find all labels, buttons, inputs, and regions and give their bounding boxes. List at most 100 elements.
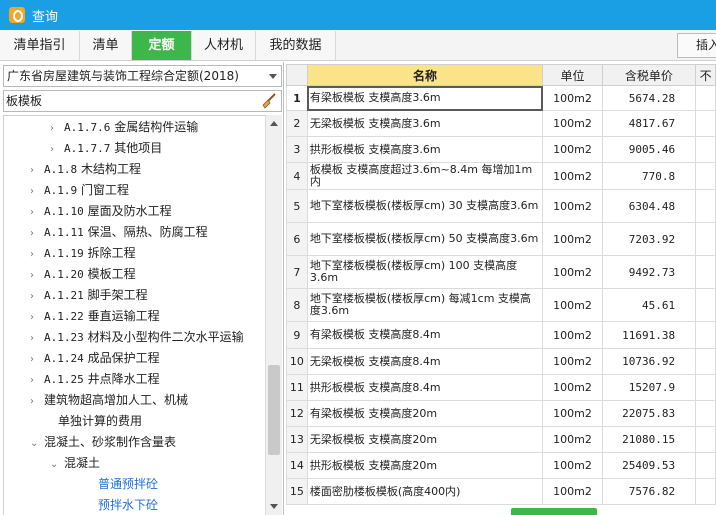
tree-item[interactable]: › A.1.9 门窗工程	[30, 180, 129, 201]
price-cell[interactable]: 4817.67	[601, 110, 697, 137]
row-number[interactable]: 14	[286, 452, 308, 479]
tree-item[interactable]: 单独计算的费用	[44, 411, 142, 432]
chevron-down-icon[interactable]	[269, 74, 277, 79]
unit-cell[interactable]: 100m2	[542, 374, 603, 401]
excl-tax-cell[interactable]	[695, 400, 716, 427]
price-cell[interactable]: 6304.48	[601, 189, 697, 223]
price-cell[interactable]: 9005.46	[601, 136, 697, 163]
row-number[interactable]: 4	[286, 162, 308, 190]
chevron-right-icon[interactable]: ›	[50, 139, 64, 160]
unit-cell[interactable]: 100m2	[542, 478, 603, 505]
price-cell[interactable]: 11691.38	[601, 321, 697, 349]
price-cell[interactable]: 45.61	[601, 288, 697, 322]
table-row[interactable]: 10 无梁板模板 支模高度8.4m 100m2 10736.92	[286, 348, 716, 375]
row-number[interactable]: 2	[286, 110, 308, 137]
column-header-name[interactable]: 名称	[306, 64, 544, 86]
broom-clear-icon[interactable]	[261, 93, 277, 109]
chevron-right-icon[interactable]: ›	[30, 223, 44, 244]
quota-name-cell[interactable]: 拱形板模板 支模高度3.6m	[306, 136, 544, 163]
price-cell[interactable]: 9492.73	[601, 255, 697, 289]
chevron-right-icon[interactable]: ›	[30, 370, 44, 391]
tree-item[interactable]: 预拌水下砼	[84, 495, 158, 515]
tree-item[interactable]: › A.1.11 保温、隔热、防腐工程	[30, 222, 208, 243]
quota-name-cell[interactable]: 地下室楼板模板(楼板厚cm) 100 支模高度3.6m	[306, 255, 544, 289]
table-row[interactable]: 15 楼面密肋楼板模板(高度400内) 100m2 7576.82	[286, 478, 716, 505]
unit-cell[interactable]: 100m2	[542, 321, 603, 349]
tree-item[interactable]: › A.1.24 成品保护工程	[30, 348, 160, 369]
table-row[interactable]: 6 地下室楼板模板(楼板厚cm) 50 支模高度3.6m 100m2 7203.92	[286, 222, 716, 256]
chevron-right-icon[interactable]: ›	[30, 181, 44, 202]
table-row[interactable]: 4 板模板 支模高度超过3.6m~8.4m 每增加1m内 100m2 770.8	[286, 162, 716, 190]
price-cell[interactable]: 5674.28	[601, 85, 697, 111]
row-number[interactable]: 1	[286, 85, 308, 111]
chevron-down-icon[interactable]: ⌄	[30, 433, 44, 454]
quota-name-cell[interactable]: 地下室楼板模板(楼板厚cm) 30 支模高度3.6m	[306, 189, 544, 223]
quota-library-select[interactable]: 广东省房屋建筑与装饰工程综合定额(2018)	[3, 65, 282, 87]
price-cell[interactable]: 22075.83	[601, 400, 697, 427]
chevron-right-icon[interactable]: ›	[30, 202, 44, 223]
price-cell[interactable]: 15207.9	[601, 374, 697, 401]
row-number[interactable]: 5	[286, 189, 308, 223]
chevron-right-icon[interactable]: ›	[30, 244, 44, 265]
row-number[interactable]: 10	[286, 348, 308, 375]
quota-name-cell[interactable]: 无梁板模板 支模高度3.6m	[306, 110, 544, 137]
tree-item[interactable]: ⌄ 混凝土、砂浆制作含量表	[30, 432, 176, 453]
scroll-up-button[interactable]	[266, 115, 282, 132]
tree-item[interactable]: › A.1.20 模板工程	[30, 264, 136, 285]
column-header-unit[interactable]: 单位	[542, 64, 603, 86]
unit-cell[interactable]: 100m2	[542, 348, 603, 375]
excl-tax-cell[interactable]	[695, 189, 716, 223]
unit-cell[interactable]: 100m2	[542, 288, 603, 322]
scroll-down-button[interactable]	[266, 498, 282, 515]
tree-item[interactable]: ⌄ 混凝土	[50, 453, 100, 474]
excl-tax-cell[interactable]	[695, 110, 716, 137]
tree-scrollbar[interactable]	[265, 115, 282, 515]
row-number[interactable]: 3	[286, 136, 308, 163]
chevron-right-icon[interactable]: ›	[30, 391, 44, 412]
tab-bill-guide[interactable]: 清单指引	[0, 31, 80, 60]
unit-cell[interactable]: 100m2	[542, 255, 603, 289]
excl-tax-cell[interactable]	[695, 348, 716, 375]
tree-item[interactable]: › A.1.23 材料及小型构件二次水平运输	[30, 327, 244, 348]
excl-tax-cell[interactable]	[695, 162, 716, 190]
row-number[interactable]: 11	[286, 374, 308, 401]
chevron-right-icon[interactable]: ›	[30, 160, 44, 181]
excl-tax-cell[interactable]	[695, 321, 716, 349]
price-cell[interactable]: 21080.15	[601, 426, 697, 453]
chevron-right-icon[interactable]: ›	[30, 286, 44, 307]
unit-cell[interactable]: 100m2	[542, 189, 603, 223]
quota-name-cell[interactable]: 地下室楼板模板(楼板厚cm) 50 支模高度3.6m	[306, 222, 544, 256]
row-number[interactable]: 9	[286, 321, 308, 349]
excl-tax-cell[interactable]	[695, 222, 716, 256]
unit-cell[interactable]: 100m2	[542, 452, 603, 479]
unit-cell[interactable]: 100m2	[542, 426, 603, 453]
column-header-price[interactable]: 含税单价	[601, 64, 697, 86]
tab-labor-material-machine[interactable]: 人材机	[192, 31, 256, 60]
price-cell[interactable]: 7576.82	[601, 478, 697, 505]
quota-name-cell[interactable]: 板模板 支模高度超过3.6m~8.4m 每增加1m内	[306, 162, 544, 190]
chevron-right-icon[interactable]: ›	[30, 328, 44, 349]
tree-item[interactable]: › A.1.10 屋面及防水工程	[30, 201, 172, 222]
row-number[interactable]: 8	[286, 288, 308, 322]
row-number[interactable]: 12	[286, 400, 308, 427]
row-number[interactable]: 15	[286, 478, 308, 505]
row-number[interactable]: 6	[286, 222, 308, 256]
row-number[interactable]: 13	[286, 426, 308, 453]
unit-cell[interactable]: 100m2	[542, 85, 603, 111]
tree-item[interactable]: › A.1.7.6 金属结构件运输	[50, 117, 198, 138]
excl-tax-cell[interactable]	[695, 478, 716, 505]
chevron-right-icon[interactable]: ›	[30, 307, 44, 328]
price-cell[interactable]: 25409.53	[601, 452, 697, 479]
table-row[interactable]: 9 有梁板模板 支模高度8.4m 100m2 11691.38	[286, 321, 716, 349]
scrollbar-thumb[interactable]	[268, 365, 280, 455]
insert-button[interactable]: 插入	[677, 33, 716, 58]
quota-name-cell[interactable]: 拱形板模板 支模高度20m	[306, 452, 544, 479]
quota-name-cell[interactable]: 有梁板模板 支模高度8.4m	[306, 321, 544, 349]
tree-item[interactable]: › A.1.25 井点降水工程	[30, 369, 160, 390]
chevron-right-icon[interactable]: ›	[50, 118, 64, 139]
tab-quota[interactable]: 定额	[132, 31, 192, 60]
quota-name-cell[interactable]: 地下室楼板模板(楼板厚cm) 每减1cm 支模高度3.6m	[306, 288, 544, 322]
tab-bill[interactable]: 清单	[80, 31, 132, 60]
search-input[interactable]: 板模板	[3, 90, 282, 112]
table-row[interactable]: 7 地下室楼板模板(楼板厚cm) 100 支模高度3.6m 100m2 9492.73	[286, 255, 716, 289]
